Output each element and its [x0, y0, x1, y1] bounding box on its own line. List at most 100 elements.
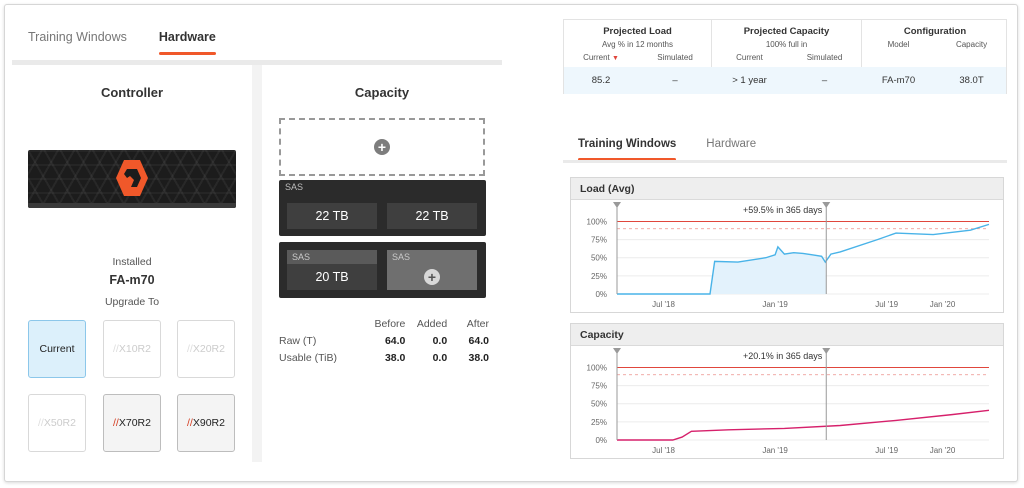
drive-type-label: SAS [287, 250, 377, 264]
sort-current-load[interactable]: Current ▼ [564, 53, 638, 62]
plus-icon: + [374, 139, 390, 155]
add-shelf-button[interactable]: + [279, 118, 485, 176]
drive-module[interactable]: 22 TB [387, 203, 477, 229]
capacity-value: 38.0T [959, 75, 984, 86]
x-tick-label: Jan '20 [930, 300, 956, 309]
table-row: Usable (TiB) 38.0 0.0 38.0 [279, 349, 489, 366]
upgrade-option-x10r2[interactable]: //X10R2 [103, 320, 161, 378]
capacity-chart-plot[interactable]: 100% 75% 50% 25% 0% Jul '18 Jan '19 Jul '19 Jan … [571, 346, 1003, 458]
shelf-1-label: SAS [285, 182, 304, 192]
shelf-1: SAS 22 TB 22 TB [279, 180, 486, 236]
chart-title: Load (Avg) [571, 178, 1003, 200]
tab-training-windows[interactable]: Training Windows [578, 138, 677, 161]
upgrade-option-x70r2[interactable]: //X70R2 [103, 394, 161, 452]
right-tab-bar: Training Windows Hardware [578, 138, 756, 161]
x-tick-label: Jul '19 [875, 446, 898, 455]
series-line [617, 409, 990, 441]
capacity-title: Capacity [354, 85, 410, 100]
current-load-value: 85.2 [591, 75, 611, 86]
simulated-load-header: Simulated [657, 53, 693, 62]
sort-desc-icon: ▼ [611, 55, 619, 62]
cell: 0.0 [432, 334, 448, 347]
column-header: After [466, 317, 489, 330]
current-capacity-header: Current [736, 53, 763, 62]
chart-title: Capacity [571, 324, 1003, 346]
cell: 64.0 [468, 334, 489, 347]
y-tick-label: 75% [591, 382, 607, 391]
simulated-capacity-value: – [821, 75, 828, 86]
y-tick-label: 25% [591, 272, 607, 281]
y-tick-label: 100% [587, 217, 607, 226]
x-tick-label: Jul '18 [652, 300, 675, 309]
pure-storage-logo-icon [116, 160, 148, 196]
upgrade-option-current[interactable]: Current [28, 320, 86, 378]
load-chart-plot[interactable]: 100% 75% 50% 25% 0% Jul '18 Jan '19 Jul '19 Jan … [571, 200, 1003, 312]
projected-capacity-title: Projected Capacity [743, 26, 830, 37]
y-tick-label: 50% [591, 254, 607, 263]
simulated-capacity-header: Simulated [806, 53, 843, 62]
upgrade-option-x50r2[interactable]: //X50R2 [28, 394, 86, 452]
model-header: Model [887, 40, 910, 49]
upgrade-option-x90r2[interactable]: //X90R2 [177, 394, 235, 452]
tab-training-windows[interactable]: Training Windows [28, 30, 127, 55]
row-label: Usable (TiB) [279, 351, 337, 364]
current-capacity-value: > 1 year [732, 75, 767, 86]
drive-type-label: SAS [387, 250, 477, 264]
row-label: Raw (T) [279, 334, 317, 347]
x-tick-label: Jan '20 [930, 446, 956, 455]
controller-device-image [28, 150, 236, 208]
controller-title: Controller [100, 85, 164, 100]
add-drive-button[interactable]: + [387, 264, 477, 290]
y-tick-label: 0% [595, 290, 607, 299]
shelf-2: SAS 20 TB SAS + [279, 242, 486, 298]
projected-capacity-group: Projected Capacity 100% full in Current … [712, 20, 862, 67]
tab-hardware[interactable]: Hardware [706, 138, 756, 161]
model-value: FA-m70 [881, 75, 916, 86]
area-fill [617, 246, 827, 294]
marker-handle-icon [822, 348, 831, 354]
capacity-chart: Capacity 100% 75% 50% 25% 0% Jul '18 Jan '19 Ju… [570, 323, 1004, 459]
x-tick-label: Jan '19 [762, 300, 788, 309]
x-tick-label: Jul '18 [652, 446, 675, 455]
drive-module[interactable]: 20 TB [287, 264, 377, 290]
column-header: Added [416, 317, 448, 330]
panel-divider [252, 65, 262, 462]
plus-icon: + [424, 269, 440, 285]
marker-handle-icon [822, 202, 831, 208]
capacity-panel: Capacity + SAS 22 TB 22 TB SAS 20 TB SAS… [262, 65, 502, 462]
capacity-table: Before Added After Raw (T) 64.0 0.0 64.0… [279, 315, 489, 366]
y-tick-label: 25% [591, 418, 607, 427]
cell: 38.0 [468, 351, 489, 364]
tab-hardware[interactable]: Hardware [158, 30, 216, 55]
installed-model: FA-m70 [109, 273, 155, 287]
y-tick-label: 50% [591, 400, 607, 409]
y-tick-label: 0% [595, 436, 607, 445]
cell: 0.0 [432, 351, 448, 364]
capacity-table-header: Before Added After [279, 315, 489, 332]
x-tick-label: Jan '19 [762, 446, 788, 455]
configuration-group: Configuration Model Capacity [862, 20, 1008, 67]
projected-load-subtitle: Avg % in 12 months [601, 40, 673, 49]
growth-annotation: +59.5% in 365 days [743, 205, 823, 215]
y-tick-label: 100% [587, 363, 607, 372]
projection-summary-table: Projected Load Avg % in 12 months Curren… [563, 19, 1007, 94]
marker-handle-icon [613, 202, 621, 208]
left-tab-bar: Training Windows Hardware [28, 30, 216, 55]
capacity-header: Capacity [955, 40, 988, 49]
projection-values-row: 85.2 – > 1 year – FA-m70 38.0T [564, 67, 1006, 94]
column-header: Before [374, 317, 406, 330]
y-tick-label: 75% [591, 236, 607, 245]
configuration-title: Configuration [903, 26, 967, 37]
tab-divider [563, 160, 1007, 163]
marker-handle-icon [613, 348, 621, 354]
cell: 64.0 [384, 334, 406, 347]
drive-module[interactable]: 22 TB [287, 203, 377, 229]
projected-capacity-subtitle: 100% full in [765, 40, 808, 49]
controller-panel: Controller Installed FA-m70 Upgrade To C… [12, 65, 252, 462]
upgrade-option-x20r2[interactable]: //X20R2 [177, 320, 235, 378]
upgrade-to-label: Upgrade To [104, 296, 160, 308]
cell: 38.0 [384, 351, 406, 364]
load-chart: Load (Avg) 100% 75% 50% 25% 0% Jul '18 Jan '19… [570, 177, 1004, 313]
projected-load-title: Projected Load [603, 26, 672, 37]
projected-load-group: Projected Load Avg % in 12 months Curren… [564, 20, 712, 67]
